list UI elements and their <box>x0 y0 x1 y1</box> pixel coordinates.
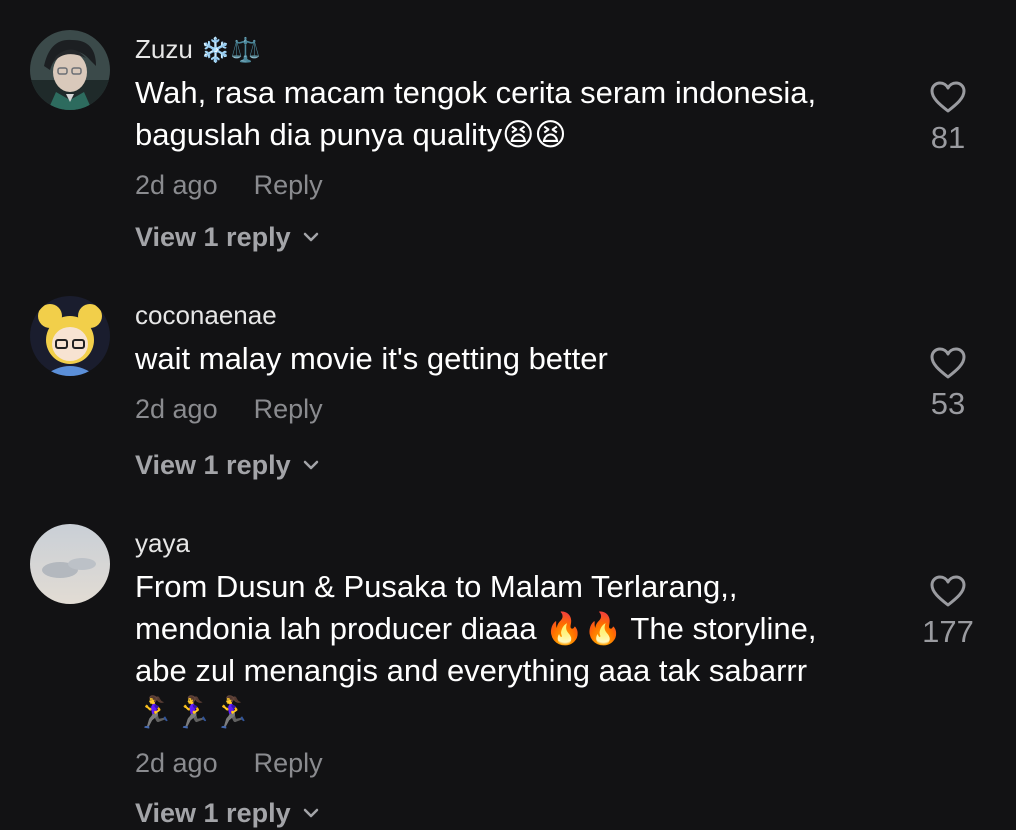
username-text: coconaenae <box>135 300 277 330</box>
username-badges: ❄️⚖️ <box>200 37 261 64</box>
like-count: 53 <box>930 386 966 421</box>
heart-outline-icon <box>908 574 988 608</box>
comment-meta: 2d ago Reply <box>135 394 323 425</box>
comment-meta: 2d ago Reply <box>135 748 323 779</box>
view-replies-label: View 1 reply <box>135 450 291 480</box>
like-button[interactable]: 177 <box>908 574 988 650</box>
avatar[interactable] <box>30 30 110 110</box>
comment-username[interactable]: coconaenae <box>135 300 277 331</box>
like-count: 81 <box>930 120 966 155</box>
comment-username[interactable]: yaya <box>135 528 190 559</box>
comment-username[interactable]: Zuzu ❄️⚖️ <box>135 34 261 65</box>
view-replies-label: View 1 reply <box>135 222 291 252</box>
heart-outline-icon <box>908 80 988 114</box>
comment-timestamp: 2d ago <box>135 748 218 778</box>
reply-button[interactable]: Reply <box>254 170 323 200</box>
comment-text: wait malay movie it's getting better <box>135 341 608 376</box>
view-replies-button[interactable]: View 1 reply <box>135 222 321 254</box>
avatar[interactable] <box>30 524 110 604</box>
heart-outline-icon <box>908 346 988 380</box>
chevron-down-icon <box>301 223 321 254</box>
reply-button[interactable]: Reply <box>254 394 323 424</box>
reply-button[interactable]: Reply <box>254 748 323 778</box>
like-button[interactable]: 81 <box>908 80 988 156</box>
comment-text: Wah, rasa macam tengok cerita seram indo… <box>135 75 817 152</box>
comment-meta: 2d ago Reply <box>135 170 323 201</box>
chevron-down-icon <box>301 799 321 830</box>
avatar[interactable] <box>30 296 110 376</box>
view-replies-button[interactable]: View 1 reply <box>135 450 321 482</box>
like-button[interactable]: 53 <box>908 346 988 422</box>
view-replies-label: View 1 reply <box>135 798 291 828</box>
username-text: yaya <box>135 528 190 558</box>
like-count: 177 <box>922 614 974 649</box>
view-replies-button[interactable]: View 1 reply <box>135 798 321 830</box>
comment-timestamp: 2d ago <box>135 170 218 200</box>
comment-text: From Dusun & Pusaka to Malam Terlarang,,… <box>135 569 817 730</box>
comment-timestamp: 2d ago <box>135 394 218 424</box>
chevron-down-icon <box>301 451 321 482</box>
username-text: Zuzu <box>135 34 193 64</box>
